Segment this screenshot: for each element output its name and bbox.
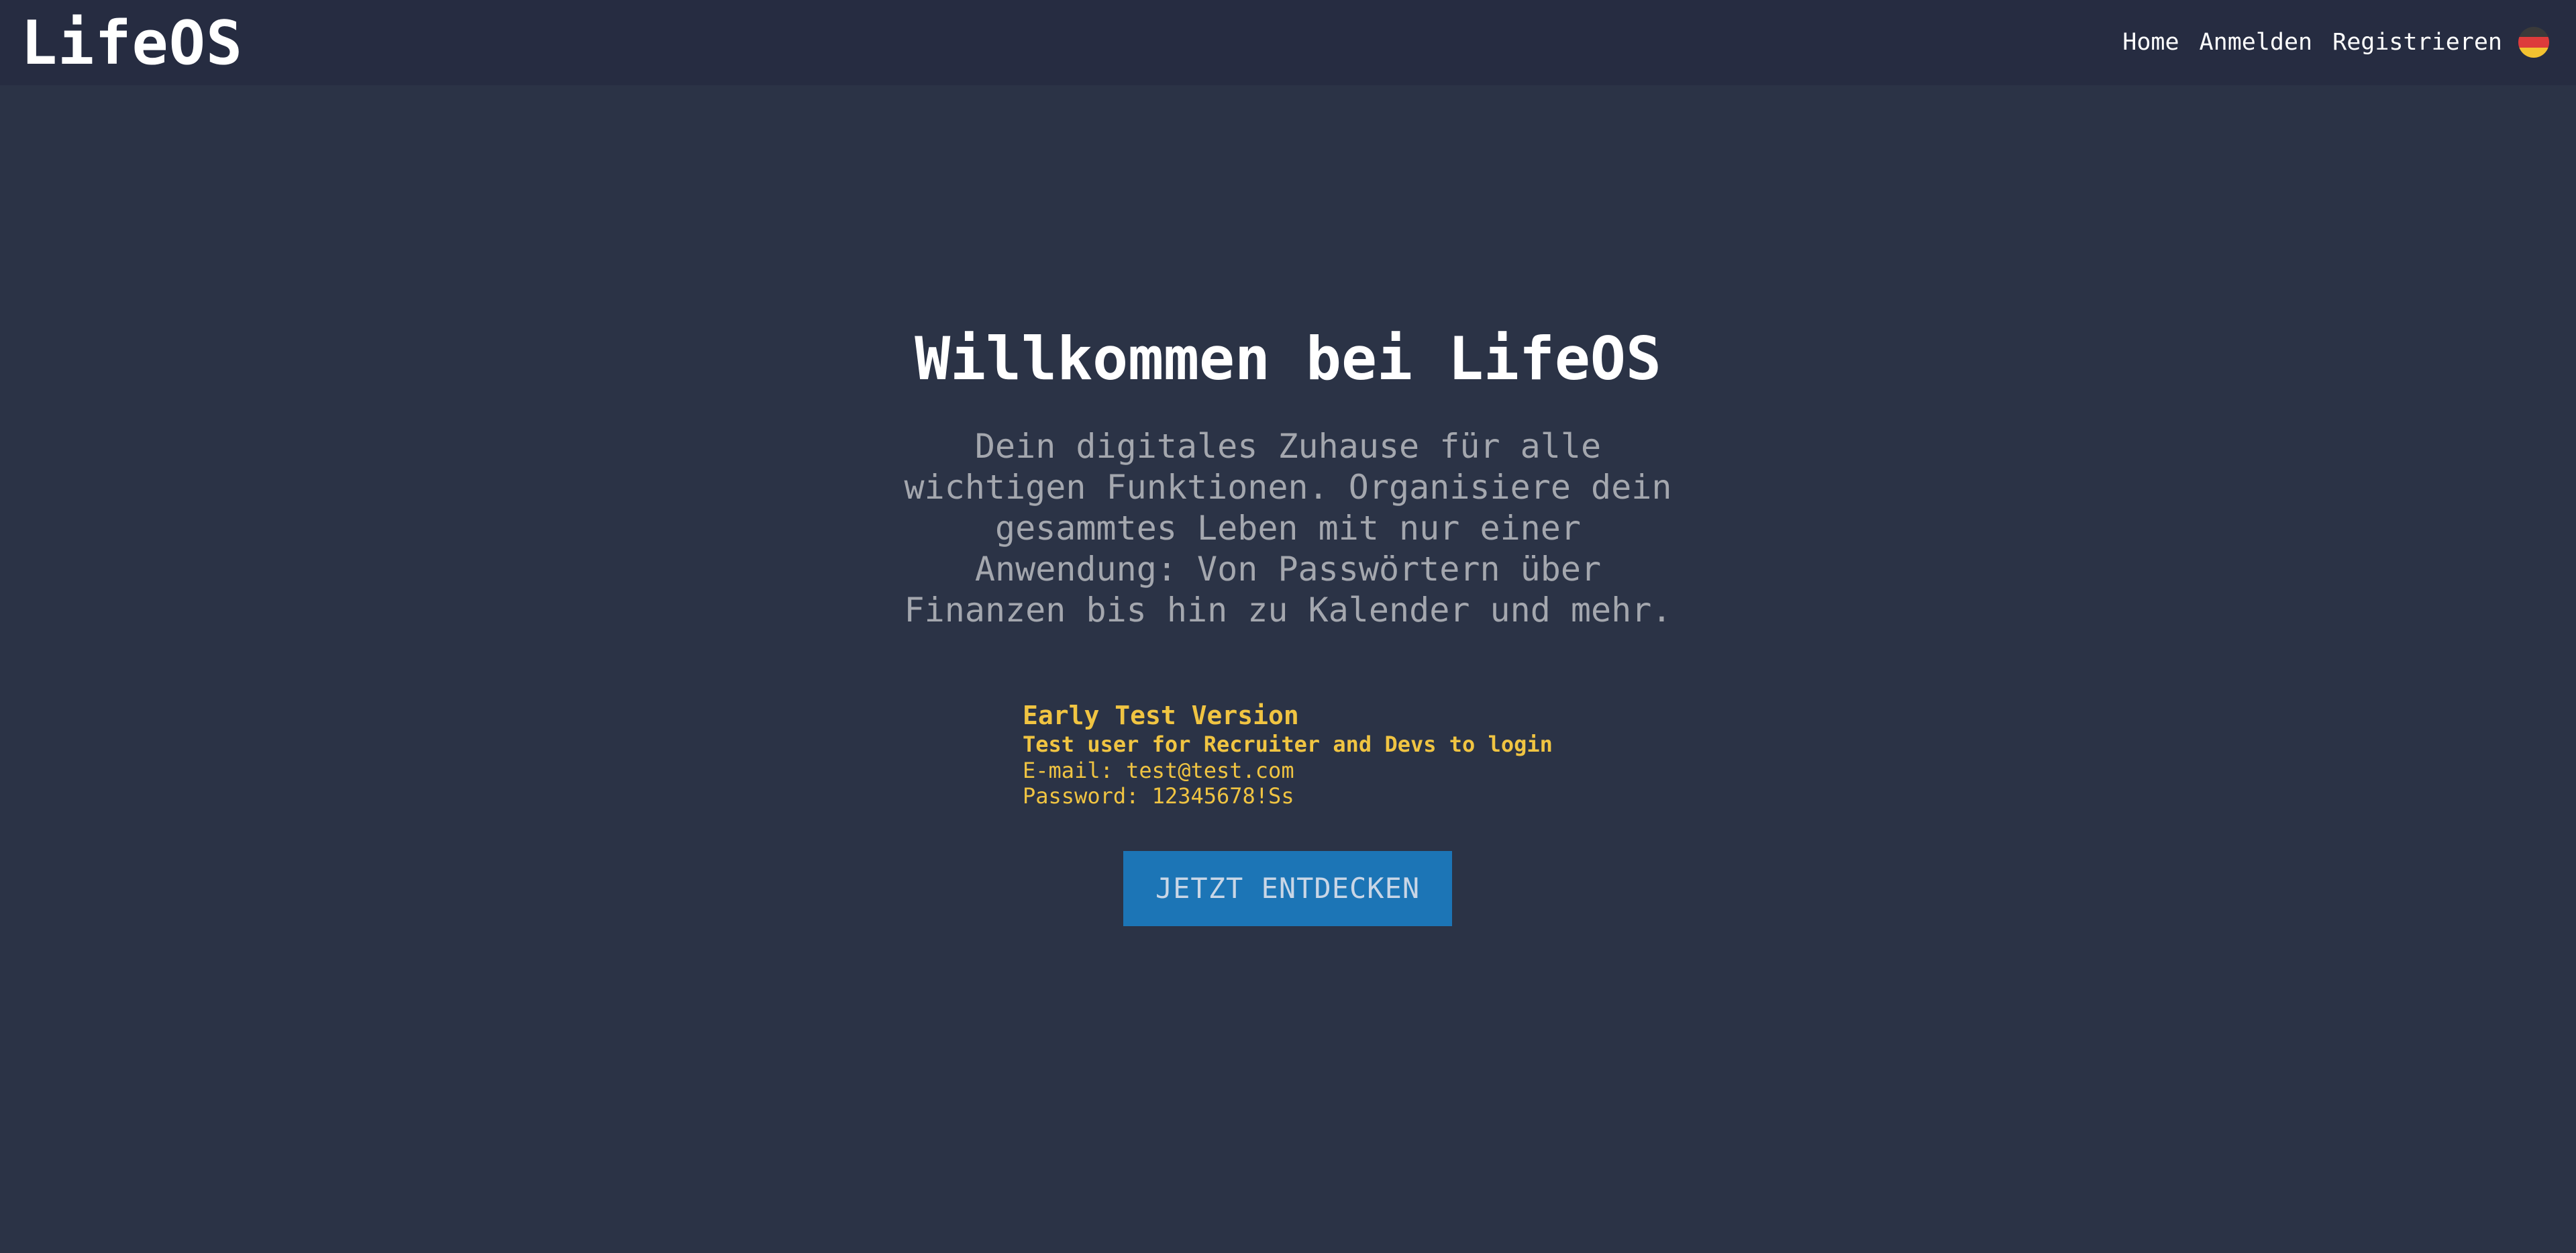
nav-links: Home Anmelden Registrieren [2122,27,2502,58]
test-email: E-mail: test@test.com [1023,758,1294,783]
nav-home-link[interactable]: Home [2122,27,2179,58]
test-version-info: Early Test Version Test user for Recruit… [1023,700,1553,809]
germany-flag-icon[interactable] [2518,27,2549,58]
hero-description: Dein digitales Zuhause für alle wichtige… [904,427,1672,630]
hero-section: Willkommen bei LifeOS Dein digitales Zuh… [0,322,2576,631]
navbar: LifeOS Home Anmelden Registrieren [0,0,2576,85]
logo[interactable]: LifeOS [21,7,243,81]
nav-login-link[interactable]: Anmelden [2200,27,2313,58]
discover-now-button[interactable]: JETZT ENTDECKEN [1123,851,1452,926]
test-version-title: Early Test Version [1023,701,1299,730]
nav-register-link[interactable]: Registrieren [2332,27,2502,58]
test-user-subtitle: Test user for Recruiter and Devs to logi… [1023,732,1553,757]
hero-title: Willkommen bei LifeOS [915,324,1661,393]
test-password: Password: 12345678!Ss [1023,783,1294,809]
